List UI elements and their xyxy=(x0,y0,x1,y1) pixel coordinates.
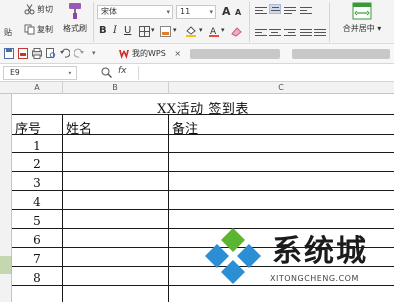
format-painter-button[interactable]: 格式刷 xyxy=(60,2,90,34)
cell-style-icon[interactable] xyxy=(160,26,171,37)
column-header-a[interactable]: A xyxy=(12,82,62,94)
watermark-url: XITONGCHENG.COM xyxy=(270,274,359,283)
spreadsheet-grid[interactable]: XX活动 签到表 序号 姓名 备注 1 2 3 4 5 6 7 8 xyxy=(0,94,394,302)
wrap-text-icon[interactable] xyxy=(300,5,312,15)
selected-row-indicator xyxy=(0,256,12,274)
print-preview-icon[interactable] xyxy=(46,48,56,59)
name-box[interactable]: E9 ▾ xyxy=(3,66,77,80)
watermark-logo-icon xyxy=(205,228,261,284)
paste-label: 贴 xyxy=(4,28,12,37)
align-middle-icon[interactable] xyxy=(269,4,281,14)
ribbon-toolbar: 贴 剪切 复制 格式刷 宋体 ▾ 11 ▾ A A B I U ▾ ▾ ▾ A … xyxy=(0,0,394,44)
sheet-title[interactable]: XX活动 签到表 xyxy=(12,98,394,117)
format-painter-icon xyxy=(69,3,81,19)
column-divider xyxy=(168,82,169,94)
blurred-tab xyxy=(292,49,390,59)
scissors-icon xyxy=(24,4,35,15)
table-row-number[interactable]: 3 xyxy=(12,176,62,190)
merge-cells-icon xyxy=(352,2,372,20)
font-color-icon[interactable]: A xyxy=(208,25,220,37)
bold-button[interactable]: B xyxy=(99,25,107,36)
copy-icon xyxy=(24,24,35,35)
table-row-number[interactable]: 8 xyxy=(12,271,62,285)
tab-my-wps[interactable]: 我的WPS × xyxy=(118,46,181,62)
separator xyxy=(329,2,330,42)
name-box-value: E9 xyxy=(10,68,20,77)
separator xyxy=(249,2,250,42)
chevron-down-icon: ▾ xyxy=(166,8,170,16)
column-header-c[interactable]: C xyxy=(168,82,394,94)
shrink-font-button[interactable]: A xyxy=(235,8,241,17)
table-row-number[interactable]: 1 xyxy=(12,139,62,153)
formula-input[interactable] xyxy=(138,66,392,80)
cut-label: 剪切 xyxy=(37,5,53,14)
chevron-down-icon[interactable]: ▾ xyxy=(151,26,155,34)
table-border xyxy=(12,285,394,286)
table-border xyxy=(12,209,394,210)
column-header: A B C xyxy=(0,82,394,94)
align-top-icon[interactable] xyxy=(255,5,267,15)
header-cell-name[interactable]: 姓名 xyxy=(66,118,92,137)
grow-font-button[interactable]: A xyxy=(222,5,231,18)
column-header-b[interactable]: B xyxy=(62,82,168,94)
cut-button[interactable]: 剪切 xyxy=(24,4,53,15)
font-size-value: 11 xyxy=(180,7,191,16)
table-row-number[interactable]: 2 xyxy=(12,157,62,171)
chevron-down-icon[interactable]: ▾ xyxy=(92,49,96,57)
copy-button[interactable]: 复制 xyxy=(24,24,53,35)
fx-button[interactable]: fx xyxy=(118,66,127,76)
underline-button[interactable]: U xyxy=(124,25,131,36)
table-row-number[interactable]: 6 xyxy=(12,233,62,247)
chevron-down-icon[interactable]: ▾ xyxy=(221,26,225,34)
fill-color-icon[interactable] xyxy=(185,25,197,37)
header-cell-remarks[interactable]: 备注 xyxy=(172,118,198,137)
align-center-icon[interactable] xyxy=(269,27,281,37)
chevron-down-icon[interactable]: ▾ xyxy=(199,26,203,34)
table-border xyxy=(168,114,169,302)
watermark-brand: 系统城 xyxy=(272,234,368,269)
header-cell-number[interactable]: 序号 xyxy=(15,118,41,137)
table-border xyxy=(12,171,394,172)
align-bottom-icon[interactable] xyxy=(284,5,296,15)
blurred-tab xyxy=(190,49,280,59)
print-icon[interactable] xyxy=(32,48,42,59)
table-border xyxy=(12,190,394,191)
merge-center-button[interactable]: 合并居中 ▾ xyxy=(334,2,390,34)
export-pdf-icon[interactable] xyxy=(18,48,28,59)
close-icon[interactable]: × xyxy=(174,49,181,58)
table-border xyxy=(12,152,394,153)
distribute-icon[interactable] xyxy=(314,27,326,37)
redo-icon[interactable] xyxy=(74,48,84,59)
italic-button[interactable]: I xyxy=(113,25,117,36)
undo-icon[interactable] xyxy=(60,48,70,59)
format-painter-label: 格式刷 xyxy=(63,24,87,33)
formula-bar: E9 ▾ fx xyxy=(0,64,394,82)
table-row-number[interactable]: 4 xyxy=(12,195,62,209)
tab-label: 我的WPS xyxy=(132,49,166,58)
font-size-select[interactable]: 11 ▾ xyxy=(176,5,216,19)
column-divider xyxy=(62,82,63,94)
chevron-down-icon: ▾ xyxy=(67,69,72,77)
align-right-icon[interactable] xyxy=(284,27,296,37)
font-name-select[interactable]: 宋体 ▾ xyxy=(97,5,173,19)
borders-icon[interactable] xyxy=(139,26,150,37)
clear-format-icon[interactable] xyxy=(231,26,242,37)
justify-icon[interactable] xyxy=(300,27,312,37)
align-left-icon[interactable] xyxy=(255,27,267,37)
save-icon[interactable] xyxy=(4,48,14,59)
chevron-down-icon[interactable]: ▾ xyxy=(173,26,177,34)
chevron-down-icon: ▾ xyxy=(209,8,213,16)
table-row-number[interactable]: 7 xyxy=(12,252,62,266)
copy-label: 复制 xyxy=(37,25,53,34)
merge-center-label: 合并居中 ▾ xyxy=(342,24,382,33)
table-border xyxy=(62,114,63,302)
wps-logo-icon xyxy=(119,50,129,59)
zoom-icon[interactable] xyxy=(101,67,112,78)
table-row-number[interactable]: 5 xyxy=(12,214,62,228)
font-name-value: 宋体 xyxy=(101,7,117,16)
separator xyxy=(93,2,94,42)
